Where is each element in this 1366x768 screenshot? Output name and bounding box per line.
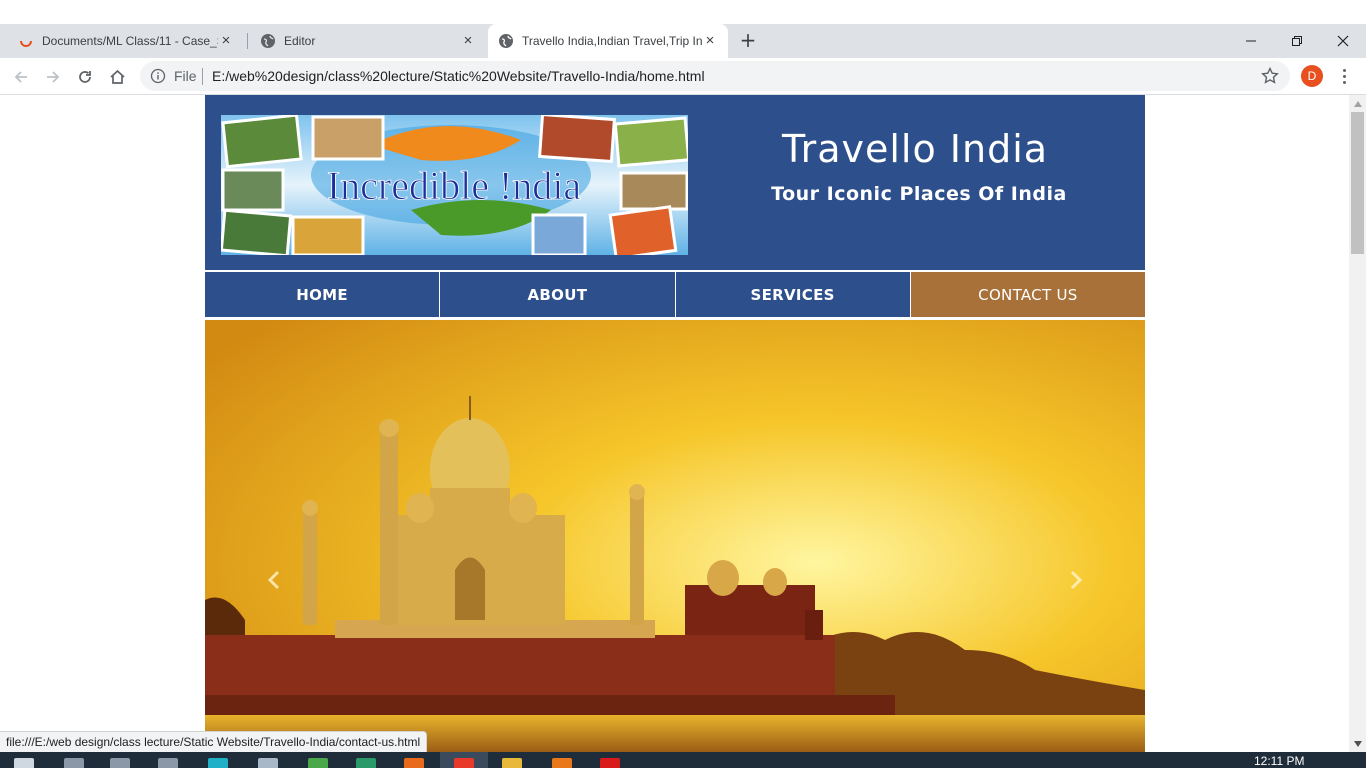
start-icon[interactable] <box>14 758 34 768</box>
nav-home[interactable]: HOME <box>205 272 440 317</box>
globe-icon <box>261 34 275 48</box>
nav-contact-us[interactable]: CONTACT US <box>910 272 1145 317</box>
tab-bar: Documents/ML Class/11 - Case_S × Editor … <box>0 24 1366 58</box>
nav-about[interactable]: ABOUT <box>440 272 675 317</box>
main-nav: HOME ABOUT SERVICES CONTACT US <box>205 272 1145 317</box>
store-icon[interactable] <box>258 758 278 768</box>
address-separator <box>202 68 203 85</box>
site-header: Incredible !ndia Travello India Tour Ico… <box>205 95 1145 270</box>
site-title: Travello India <box>781 127 1049 171</box>
forward-arrow-icon[interactable] <box>40 64 66 90</box>
app-icon[interactable] <box>600 758 620 768</box>
tab-travello-india[interactable]: Travello India,Indian Travel,Trip In × <box>488 24 728 58</box>
tab-title: Documents/ML Class/11 - Case_S <box>42 34 218 48</box>
slider-prev-chevron-icon[interactable] <box>263 568 287 592</box>
loading-spinner-icon <box>20 40 32 47</box>
taj-mahal-sunset-image <box>205 320 1145 752</box>
edge-icon[interactable] <box>208 758 228 768</box>
tab-documents[interactable]: Documents/ML Class/11 - Case_S × <box>8 24 244 58</box>
tab-title: Travello India,Indian Travel,Trip In <box>522 34 702 48</box>
app-icon[interactable] <box>404 758 424 768</box>
profile-avatar[interactable]: D <box>1301 65 1323 87</box>
vertical-scrollbar[interactable] <box>1349 95 1366 752</box>
app-icon[interactable] <box>552 758 572 768</box>
window-top-strip <box>0 0 1366 24</box>
app-icon[interactable] <box>308 758 328 768</box>
url-text[interactable]: E:/web%20design/class%20lecture/Static%2… <box>212 68 705 84</box>
taskbar-clock[interactable]: 12:11 PM <box>1254 754 1304 768</box>
new-tab-button[interactable]: + <box>736 29 760 53</box>
chrome-icon[interactable] <box>454 758 474 768</box>
tab-title: Editor <box>284 34 316 48</box>
tab-editor[interactable]: Editor × <box>250 24 486 58</box>
tab-close-icon[interactable]: × <box>702 33 718 49</box>
banner-text: Incredible !ndia <box>327 163 582 208</box>
task-view-icon[interactable] <box>158 758 178 768</box>
scroll-up-arrow-icon[interactable] <box>1349 95 1366 112</box>
status-bar-link-preview: file:///E:/web design/class lecture/Stat… <box>0 731 428 752</box>
app-icon[interactable] <box>356 758 376 768</box>
close-window-icon[interactable] <box>1320 24 1366 58</box>
restore-icon[interactable] <box>1274 24 1320 58</box>
tab-close-icon[interactable]: × <box>460 33 476 49</box>
file-explorer-icon[interactable] <box>502 758 522 768</box>
tab-separator <box>247 33 248 49</box>
home-icon[interactable] <box>104 64 130 90</box>
tab-close-icon[interactable]: × <box>218 33 234 49</box>
banner-collage-image: Incredible !ndia <box>221 115 688 255</box>
hero-slider <box>205 320 1145 752</box>
reload-icon[interactable] <box>72 64 98 90</box>
menu-kebab-icon[interactable] <box>1334 66 1354 86</box>
back-arrow-icon[interactable] <box>8 64 34 90</box>
page-viewport: Incredible !ndia Travello India Tour Ico… <box>0 95 1349 752</box>
windows-taskbar: 12:11 PM <box>0 752 1366 768</box>
minimize-icon[interactable] <box>1228 24 1274 58</box>
site-tagline: Tour Iconic Places Of India <box>771 183 1067 205</box>
info-icon[interactable] <box>150 68 166 84</box>
bookmark-star-icon[interactable] <box>1260 66 1280 86</box>
browser-toolbar: File E:/web%20design/class%20lecture/Sta… <box>0 58 1366 95</box>
slider-next-chevron-icon[interactable] <box>1063 568 1087 592</box>
search-icon[interactable] <box>64 758 84 768</box>
address-bar[interactable]: File E:/web%20design/class%20lecture/Sta… <box>140 61 1290 91</box>
scrollbar-thumb[interactable] <box>1351 112 1364 254</box>
nav-services[interactable]: SERVICES <box>675 272 910 317</box>
cortana-icon[interactable] <box>110 758 130 768</box>
incredible-india-banner: Incredible !ndia <box>221 115 688 255</box>
scheme-label: File <box>174 68 197 84</box>
scroll-down-arrow-icon[interactable] <box>1349 735 1366 752</box>
globe-icon <box>499 34 513 48</box>
